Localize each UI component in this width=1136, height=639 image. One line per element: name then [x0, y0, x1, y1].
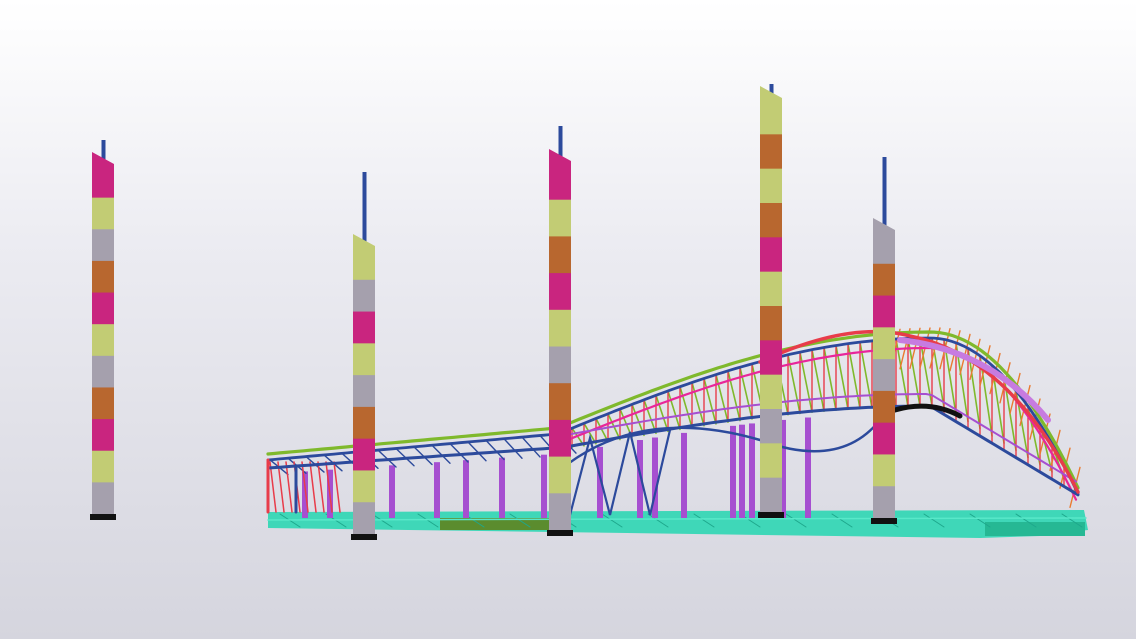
column-segment [92, 324, 114, 357]
column-segment [549, 199, 571, 237]
column-segment [760, 443, 782, 479]
column-segment [549, 493, 571, 531]
column-base [90, 514, 116, 520]
slab-step [985, 522, 1085, 536]
column-segment [353, 438, 375, 471]
column-segment [92, 482, 114, 515]
support-post [434, 462, 440, 518]
column-segment [549, 383, 571, 421]
column-segment [353, 279, 375, 313]
column-segment [760, 306, 782, 341]
column-segment [92, 292, 114, 325]
column-segment [549, 309, 571, 347]
column-segment [549, 163, 571, 201]
column-segment [353, 406, 375, 440]
column-segment [549, 273, 571, 311]
arch-dark-member [892, 403, 963, 419]
column-segment [873, 232, 895, 265]
end-bracing [285, 461, 293, 513]
column-4 [758, 84, 784, 518]
support-post [463, 460, 469, 518]
column-base [871, 518, 897, 524]
column-segment [92, 387, 114, 420]
column-segment [549, 346, 571, 384]
column-segment [760, 374, 782, 410]
column-segment [873, 454, 895, 487]
columns-group [90, 84, 897, 540]
column-segment [760, 100, 782, 135]
model-viewport[interactable] [0, 0, 1136, 639]
column-segment [92, 450, 114, 483]
end-bracing [333, 461, 341, 513]
column-2 [351, 172, 377, 540]
support-post [805, 417, 811, 518]
truss-diagonal [485, 439, 505, 461]
column-segment [873, 359, 895, 392]
column-segment [92, 260, 114, 294]
support-post [739, 424, 745, 518]
column-segment [92, 229, 114, 262]
column-segment [760, 237, 782, 273]
column-segment [760, 168, 782, 204]
column-segment [760, 271, 782, 307]
column-segment [549, 456, 571, 494]
column-segment [353, 311, 375, 344]
support-post [730, 425, 736, 518]
column-1 [90, 140, 116, 520]
column-segment [549, 419, 571, 458]
column-segment [353, 502, 375, 535]
truss-diagonal [521, 436, 541, 458]
support-post [499, 457, 505, 518]
column-base [547, 530, 573, 536]
support-post [541, 454, 547, 518]
column-segment [873, 390, 895, 424]
column-segment [760, 134, 782, 170]
column-segment [760, 203, 782, 238]
column-segment [353, 343, 375, 376]
support-post [681, 432, 687, 518]
support-post [302, 471, 308, 518]
column-segment [760, 340, 782, 376]
column-3 [547, 126, 573, 536]
column-segment [92, 197, 114, 230]
column-segment [760, 477, 782, 513]
truss-diagonal [467, 441, 487, 462]
column-segment [873, 295, 895, 328]
support-post [389, 465, 395, 518]
column-segment [92, 166, 114, 199]
truss-diagonal [503, 438, 523, 459]
column-segment [760, 409, 782, 444]
column-segment [353, 375, 375, 408]
column-segment [873, 327, 895, 360]
roof-truss-structure [266, 327, 1081, 518]
structural-3d-model[interactable] [0, 0, 1136, 639]
column-segment [92, 419, 114, 452]
column-segment [549, 236, 571, 274]
column-segment [873, 422, 895, 455]
column-segment [353, 470, 375, 503]
end-bracing [309, 461, 317, 513]
end-bracing [269, 461, 277, 513]
column-segment [873, 486, 895, 519]
column-base [351, 534, 377, 540]
column-segment [353, 248, 375, 281]
column-segment [873, 263, 895, 297]
column-5 [871, 157, 897, 524]
column-segment [92, 355, 114, 388]
column-base [758, 512, 784, 518]
